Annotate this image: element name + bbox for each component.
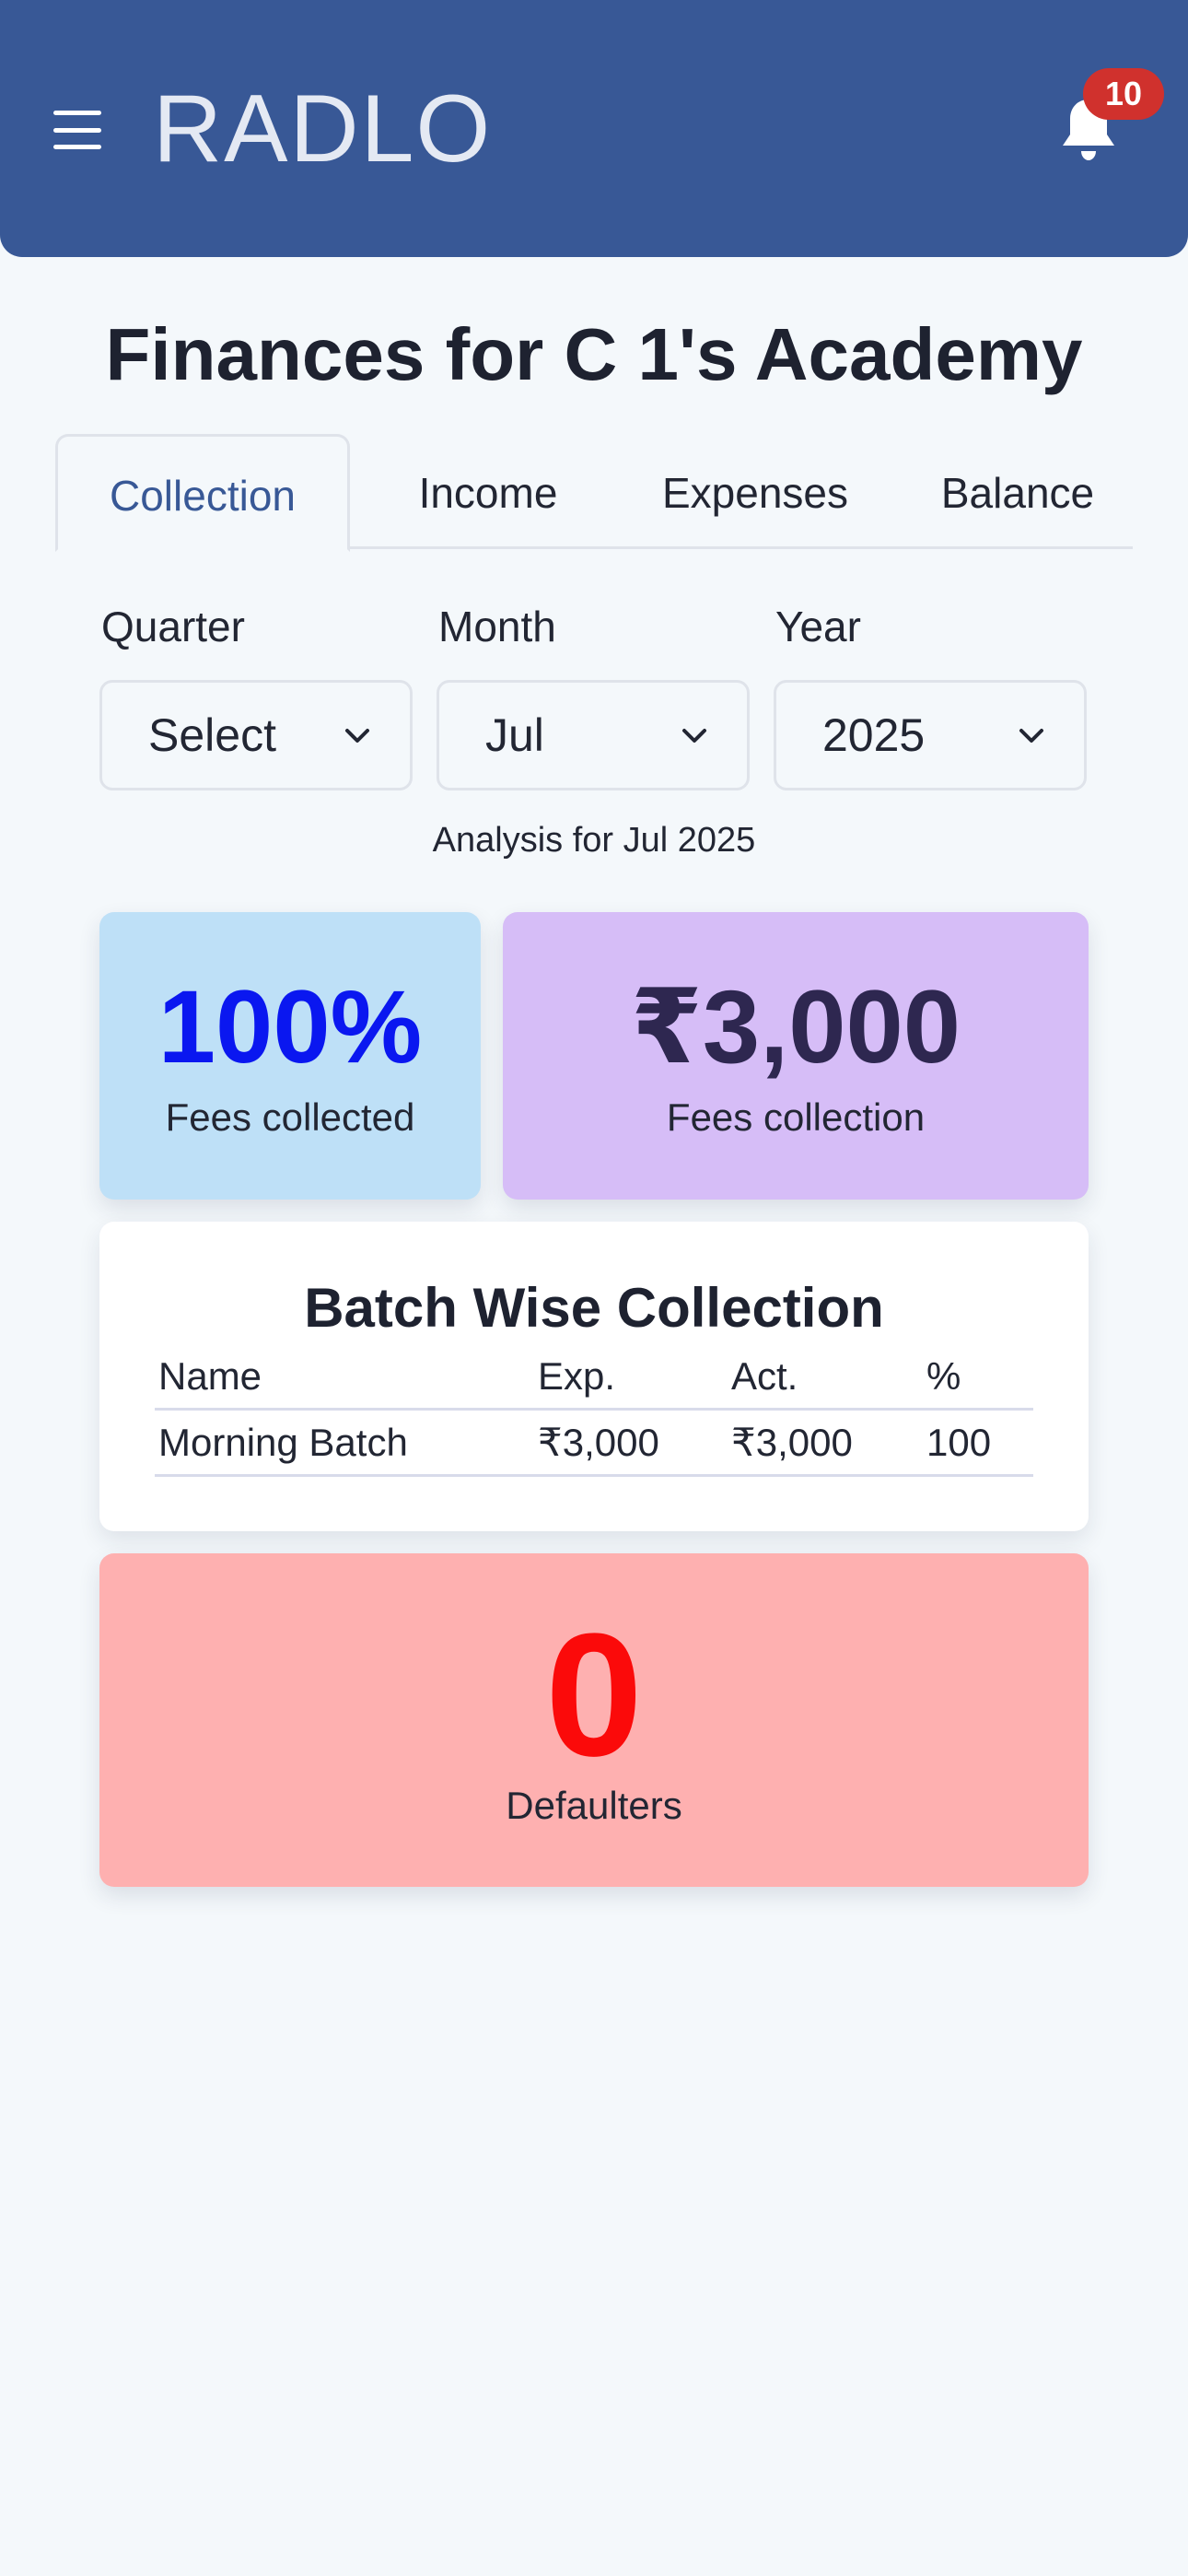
fees-collected-label: Fees collected bbox=[165, 1095, 415, 1139]
app-header: RADLO 10 bbox=[0, 0, 1188, 257]
tab-expenses[interactable]: Expenses bbox=[626, 434, 884, 549]
quarter-select-value: Select bbox=[148, 709, 276, 761]
row-actual-amount: ₹3,000 bbox=[731, 1421, 853, 1464]
month-select[interactable]: Jul bbox=[437, 680, 750, 790]
defaulters-label: Defaulters bbox=[506, 1784, 682, 1827]
table-header-name: Name bbox=[158, 1354, 262, 1398]
table-header-percent: % bbox=[926, 1354, 961, 1398]
tab-collection[interactable]: Collection bbox=[55, 434, 350, 552]
table-header-actual: Act. bbox=[731, 1354, 798, 1398]
year-select-value: 2025 bbox=[822, 709, 926, 761]
month-label: Month bbox=[438, 603, 556, 650]
hamburger-menu-icon[interactable] bbox=[53, 111, 101, 149]
batch-collection-title: Batch Wise Collection bbox=[304, 1277, 884, 1339]
finance-page: RADLO 10 Finances for C 1's Academy Coll… bbox=[0, 0, 1188, 2576]
tab-income[interactable]: Income bbox=[378, 434, 599, 549]
tab-balance[interactable]: Balance bbox=[903, 434, 1133, 549]
chevron-down-icon bbox=[679, 720, 710, 751]
table-header-expected: Exp. bbox=[538, 1354, 616, 1398]
page-title: Finances for C 1's Academy bbox=[105, 313, 1083, 395]
fees-collected-percent: 100% bbox=[157, 969, 423, 1084]
row-expected-amount: ₹3,000 bbox=[538, 1421, 659, 1464]
table-divider bbox=[155, 1408, 1033, 1411]
menu-line bbox=[53, 127, 101, 133]
fees-collection-label: Fees collection bbox=[666, 1095, 926, 1139]
defaulters-count: 0 bbox=[545, 1598, 643, 1793]
menu-line bbox=[53, 145, 101, 149]
analysis-caption: Analysis for Jul 2025 bbox=[432, 821, 756, 860]
finance-tabs: Collection Income Expenses Balance bbox=[55, 434, 1133, 552]
row-percent: 100 bbox=[926, 1421, 992, 1464]
fees-collection-amount: ₹3,000 bbox=[630, 969, 961, 1084]
year-label: Year bbox=[775, 603, 861, 650]
quarter-select[interactable]: Select bbox=[99, 680, 413, 790]
chevron-down-icon bbox=[342, 720, 373, 751]
table-divider bbox=[155, 1474, 1033, 1477]
year-select[interactable]: 2025 bbox=[774, 680, 1087, 790]
quarter-label: Quarter bbox=[101, 603, 245, 650]
notification-count-badge[interactable]: 10 bbox=[1083, 68, 1164, 120]
brand-logo-text[interactable]: RADLO bbox=[153, 74, 492, 184]
row-batch-name: Morning Batch bbox=[158, 1421, 408, 1464]
month-select-value: Jul bbox=[485, 709, 544, 761]
menu-line bbox=[53, 111, 101, 115]
chevron-down-icon bbox=[1016, 720, 1047, 751]
